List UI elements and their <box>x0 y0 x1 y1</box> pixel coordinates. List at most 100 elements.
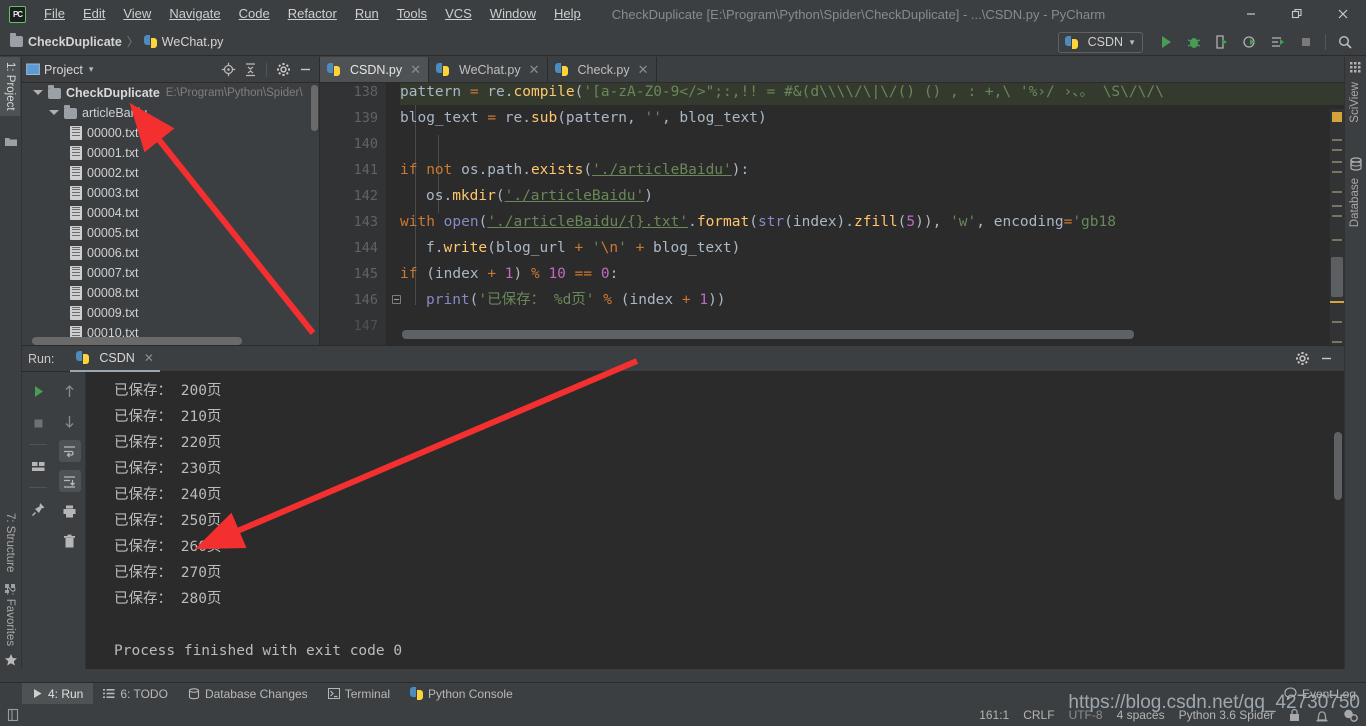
bottom-tab-todo[interactable]: 6: TODO <box>93 683 178 705</box>
sidebar-item-structure[interactable]: 7: Structure <box>0 508 20 577</box>
tree-item-label: 00007.txt <box>87 266 139 280</box>
caret-position[interactable]: 161:1 <box>979 708 1009 722</box>
soft-wrap-button[interactable] <box>58 440 81 462</box>
scroll-down-button[interactable] <box>59 410 81 432</box>
editor-scrollbar-thumb[interactable] <box>1331 257 1343 297</box>
hide-project-panel-button[interactable] <box>295 60 315 80</box>
tree-item-file[interactable]: 00005.txt <box>22 223 319 243</box>
tree-item-file[interactable]: 00006.txt <box>22 243 319 263</box>
tree-item-file[interactable]: 00004.txt <box>22 203 319 223</box>
main-menu: File Edit View Navigate Code Refactor Ru… <box>35 0 590 28</box>
csdn-watermark: https://blog.csdn.net/qq_42730750 <box>1068 692 1360 713</box>
minimize-button[interactable] <box>1228 0 1274 28</box>
clear-console-button[interactable] <box>59 530 81 552</box>
project-view-chevron-icon[interactable]: ▾ <box>89 64 94 75</box>
menu-help[interactable]: Help <box>545 0 590 28</box>
menu-refactor[interactable]: Refactor <box>279 0 346 28</box>
tab-close-icon[interactable]: ✕ <box>410 62 421 78</box>
run-tab-close-icon[interactable]: ✕ <box>144 351 154 365</box>
restore-button[interactable] <box>1274 0 1320 28</box>
bottom-tab-run[interactable]: 4: Run <box>22 682 94 705</box>
run-tool-window: Run: CSDN ✕ 已保存： 200页 已保存： 210页 已保存： 220… <box>22 345 1344 669</box>
run-configuration-selector[interactable]: CSDN ▼ <box>1057 31 1143 53</box>
sidebar-item-favorites[interactable]: 2: Favorites <box>0 581 20 651</box>
locate-file-button[interactable] <box>218 60 238 80</box>
tree-item-file[interactable]: 00008.txt <box>22 283 319 303</box>
coverage-button[interactable] <box>1209 30 1235 54</box>
menu-vcs[interactable]: VCS <box>436 0 481 28</box>
tab-csdn-py[interactable]: CSDN.py ✕ <box>320 57 429 82</box>
scroll-to-end-button[interactable] <box>58 470 81 492</box>
tree-item-file[interactable]: 00003.txt <box>22 183 319 203</box>
folder-icon <box>64 104 77 119</box>
code-content: pattern = re.compile('[a-zA-Z0-9</>";:,!… <box>400 83 1344 345</box>
menu-window[interactable]: Window <box>481 0 545 28</box>
tab-close-icon[interactable]: ✕ <box>529 62 540 78</box>
tab-check-py[interactable]: Check.py ✕ <box>548 57 657 82</box>
text-file-icon <box>70 126 82 140</box>
inspection-warning-icon[interactable] <box>1332 112 1342 122</box>
close-button[interactable] <box>1320 0 1366 28</box>
breadcrumb-file[interactable]: WeChat.py <box>162 35 224 49</box>
menu-view-label: View <box>123 6 152 21</box>
tree-item-label: 00002.txt <box>87 166 139 180</box>
tree-item-file[interactable]: 00009.txt <box>22 303 319 323</box>
line-number: 146 <box>353 292 378 308</box>
tree-item-checkduplicate[interactable]: CheckDuplicate E:\Program\Python\Spider\ <box>22 83 319 103</box>
rerun-button[interactable] <box>27 380 49 402</box>
collapse-all-button[interactable] <box>240 60 260 80</box>
menu-edit[interactable]: Edit <box>74 0 114 28</box>
tree-horizontal-scrollbar[interactable] <box>32 337 242 345</box>
project-settings-button[interactable] <box>273 60 293 80</box>
tree-item-file[interactable]: 00002.txt <box>22 163 319 183</box>
pin-button[interactable] <box>27 498 49 520</box>
pin-icon <box>31 502 44 516</box>
menu-file[interactable]: File <box>35 0 74 28</box>
scroll-up-button[interactable] <box>59 380 81 402</box>
menu-navigate-label: Navigate <box>169 6 221 21</box>
stop-button[interactable] <box>1293 30 1319 54</box>
menu-run[interactable]: Run <box>346 0 388 28</box>
expand-arrow-icon[interactable] <box>32 88 43 98</box>
menu-view[interactable]: View <box>114 0 160 28</box>
tree-item-articlebaidu[interactable]: articleBaidu <box>22 103 319 123</box>
tab-close-icon[interactable]: ✕ <box>638 62 649 78</box>
attach-button[interactable] <box>1265 30 1291 54</box>
tab-wechat-py[interactable]: WeChat.py ✕ <box>429 57 548 82</box>
run-button[interactable] <box>1153 30 1179 54</box>
tree-vertical-scrollbar[interactable] <box>311 85 318 131</box>
hide-run-panel-button[interactable] <box>1316 349 1336 369</box>
menu-navigate[interactable]: Navigate <box>160 0 229 28</box>
tree-item-file[interactable]: 00001.txt <box>22 143 319 163</box>
console-scrollbar[interactable] <box>1334 432 1342 500</box>
breadcrumb-project[interactable]: CheckDuplicate <box>28 35 122 49</box>
console-output[interactable]: 已保存： 200页 已保存： 210页 已保存： 220页 已保存： 230页 … <box>86 372 1344 669</box>
project-tree[interactable]: CheckDuplicate E:\Program\Python\Spider\… <box>22 83 319 345</box>
hide-tool-windows-icon[interactable] <box>6 708 20 722</box>
stop-process-button[interactable] <box>27 412 49 434</box>
tree-item-file[interactable]: 00007.txt <box>22 263 319 283</box>
menu-tools[interactable]: Tools <box>388 0 436 28</box>
menu-code[interactable]: Code <box>230 0 279 28</box>
editor-horizontal-scrollbar[interactable] <box>402 330 1134 339</box>
sidebar-item-sciview[interactable]: SciView <box>1345 77 1365 128</box>
print-button[interactable] <box>59 500 81 522</box>
bottom-tab-python-console[interactable]: Python Console <box>400 683 523 705</box>
window-title: CheckDuplicate [E:\Program\Python\Spider… <box>611 6 1106 22</box>
line-separator[interactable]: CRLF <box>1023 708 1054 722</box>
expand-arrow-icon[interactable] <box>48 108 59 118</box>
search-button[interactable] <box>1332 30 1358 54</box>
profile-button[interactable] <box>1237 30 1263 54</box>
tree-item-file[interactable]: 00000.txt <box>22 123 319 143</box>
bottom-tab-database-changes[interactable]: Database Changes <box>178 683 318 705</box>
editor-marker-bar[interactable] <box>1330 109 1344 345</box>
run-actions-right <box>54 372 86 669</box>
run-settings-button[interactable] <box>1292 349 1312 369</box>
sidebar-item-database[interactable]: Database <box>1345 173 1365 232</box>
debug-button[interactable] <box>1181 30 1207 54</box>
run-tab-csdn[interactable]: CSDN ✕ <box>70 346 160 372</box>
code-editor[interactable]: 138 139 140 141 142 143 144 145 146 147 … <box>320 83 1344 345</box>
sidebar-item-project[interactable]: 1: Project <box>0 57 20 116</box>
layout-button[interactable] <box>27 455 49 477</box>
bottom-tab-terminal[interactable]: Terminal <box>318 683 400 705</box>
